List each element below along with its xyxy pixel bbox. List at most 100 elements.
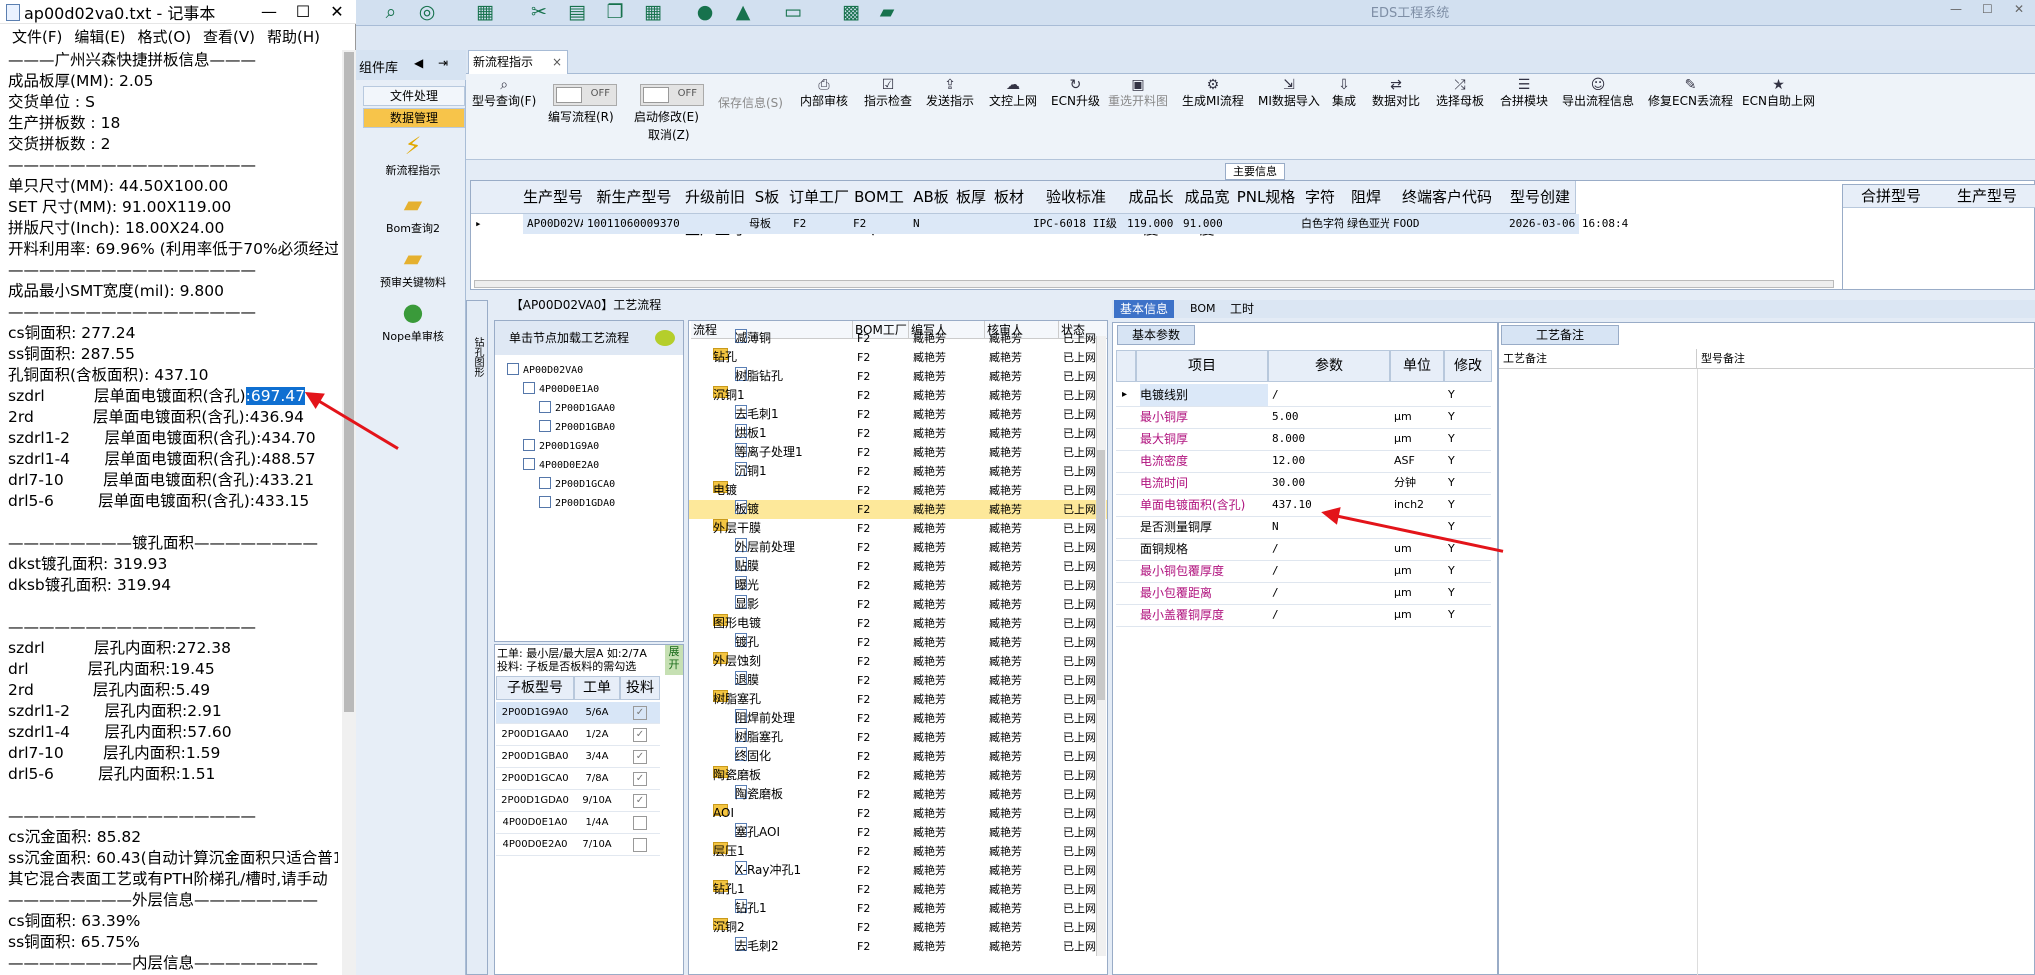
workorder-header-cell[interactable]: 投料 <box>620 676 660 700</box>
workorder-cell[interactable]: 1/2A <box>574 724 620 746</box>
flow-row[interactable]: 外层前处理 F2 臧艳芳 臧艳芳 已上网 <box>689 538 1107 557</box>
lifebuoy-icon[interactable]: ◎ <box>416 2 438 22</box>
grid-cell[interactable]: IPC-6018 II级 <box>1029 214 1127 234</box>
params-row[interactable]: 最小包覆距离 / μm Y <box>1116 582 1491 605</box>
grid-cell[interactable] <box>685 214 749 234</box>
params-header-cell[interactable]: 修改 <box>1444 350 1492 382</box>
flow-row[interactable]: 贴膜 F2 臧艳芳 臧艳芳 已上网 <box>689 557 1107 576</box>
copy-icon[interactable]: ❐ <box>604 2 626 22</box>
grid-cell[interactable]: 2026-03-06 16:08:4 <box>1505 214 1628 234</box>
workorder-cell[interactable]: 7/8A <box>574 768 620 790</box>
flow-row[interactable]: 去毛刺2 F2 臧艳芳 臧艳芳 已上网 <box>689 937 1107 956</box>
tree-node[interactable]: 4P00D0E2A0 <box>523 458 599 471</box>
param-value[interactable]: 30.00 <box>1272 472 1305 494</box>
basic-params-grid[interactable]: 项目 参数 单位 修改 ▸ 电镀线别 / Y 最小铜厚 5.00 μm Y 最大铜厚 8.000 μm Y 电流… <box>1116 350 1492 650</box>
params-row[interactable]: ▸ 电镀线别 / Y <box>1116 384 1491 407</box>
doc-online-button[interactable]: ☁ 文控上网 <box>989 78 1037 109</box>
param-value[interactable]: / <box>1272 384 1279 406</box>
process-flow-list[interactable]: 流程 BOM工厂 编写人 核审人 状态 减薄铜 F2 臧艳芳 臧艳芳 已上网 钻孔 F2 臧艳芳 臧艳芳已… <box>688 320 1108 975</box>
flow-row[interactable]: 沉铜1 F2 臧艳芳 臧艳芳 已上网 <box>689 462 1107 481</box>
workorder-cell[interactable]: 7/10A <box>574 834 620 856</box>
tree-node[interactable]: 4P00D0E1A0 <box>523 382 599 395</box>
workorder-cell[interactable]: ✓ <box>620 746 660 768</box>
tree-node[interactable]: 2P00D1G9A0 <box>523 439 599 452</box>
grid-horizontal-scrollbar[interactable] <box>474 280 1834 288</box>
param-value[interactable]: / <box>1272 538 1279 560</box>
grid-cell[interactable]: 白色字符 <box>1297 214 1347 234</box>
grid-icon[interactable]: ▦ <box>642 2 664 22</box>
param-value[interactable]: / <box>1272 604 1279 626</box>
grid-cell[interactable]: F2 <box>789 214 853 234</box>
flow-row[interactable]: 电镀 F2 臧艳芳 臧艳芳 已上网 <box>689 481 1107 500</box>
select-motherboard-button[interactable]: ⤮ 选择母板 <box>1436 78 1484 109</box>
feed-checkbox[interactable] <box>633 838 647 852</box>
feed-checkbox[interactable]: ✓ <box>633 750 647 764</box>
grid-cell[interactable]: 绿色亚光 <box>1343 214 1393 234</box>
params-row[interactable]: 最小盖覆铜厚度 / μm Y <box>1116 604 1491 627</box>
cancel-button[interactable]: 取消(Z) <box>648 128 690 143</box>
workorder-cell[interactable]: 4P00D0E1A0 <box>496 812 574 834</box>
flow-row[interactable]: 陶瓷磨板 F2 臧艳芳 臧艳芳 已上网 <box>689 785 1107 804</box>
merge-model-grid[interactable]: 合拼型号 生产型号 <box>1842 184 2035 290</box>
merge-header-cell[interactable]: 合拼型号 <box>1843 185 1940 208</box>
save-info-button[interactable]: 保存信息(S) <box>718 96 783 111</box>
expand-button[interactable]: 展开 <box>665 645 683 675</box>
grid-cell[interactable] <box>953 214 993 234</box>
chart-icon[interactable]: ▲ <box>732 2 754 22</box>
tab-process-notes[interactable]: 工艺备注 <box>1501 325 1620 345</box>
flow-scroll-thumb[interactable] <box>1097 450 1105 700</box>
windows-icon[interactable]: ▩ <box>840 2 862 22</box>
tree-node[interactable]: 2P00D1GAA0 <box>539 401 615 414</box>
flow-row[interactable]: 沉铜1 F2 臧艳芳 臧艳芳 已上网 <box>689 386 1107 405</box>
params-row[interactable]: 面铜规格 / um Y <box>1116 538 1491 561</box>
grid-cell[interactable]: F2 <box>849 214 913 234</box>
generate-mi-button[interactable]: ⚙ 生成MI流程 <box>1182 78 1244 109</box>
grid-header-cell[interactable]: 板厚 <box>953 181 990 214</box>
table-icon[interactable]: ▦ <box>474 2 496 22</box>
tab-close-icon[interactable]: × <box>552 51 562 73</box>
grid-header-cell[interactable]: PNL规格 <box>1235 181 1298 214</box>
grid-cell[interactable]: AP00D02VA0 <box>523 214 593 234</box>
menu-file[interactable]: 文件(F) <box>12 26 62 47</box>
app-close-icon[interactable]: ✕ <box>2014 2 2024 16</box>
grid-header-cell[interactable]: 订单工厂 <box>789 181 850 214</box>
nav-category-file[interactable]: 文件处理 <box>363 86 465 106</box>
flow-row[interactable]: 镀孔 F2 臧艳芳 臧艳芳 已上网 <box>689 633 1107 652</box>
flow-row[interactable]: 树脂塞孔 F2 臧艳芳 臧艳芳 已上网 <box>689 728 1107 747</box>
model-query-button[interactable]: ⌕ 型号查询(F) <box>472 78 536 109</box>
flow-row[interactable]: 钻孔1 F2 臧艳芳 臧艳芳 已上网 <box>689 899 1107 918</box>
workorder-cell[interactable]: ✓ <box>620 790 660 812</box>
book-icon[interactable]: ▰ <box>876 2 898 22</box>
flow-row[interactable]: 等离子处理1 F2 臧艳芳 臧艳芳 已上网 <box>689 443 1107 462</box>
flow-row[interactable]: 图形电镀 F2 臧艳芳 臧艳芳 已上网 <box>689 614 1107 633</box>
flow-row[interactable]: 树脂塞孔 F2 臧艳芳 臧艳芳 已上网 <box>689 690 1107 709</box>
app-minimize-icon[interactable]: — <box>1950 2 1962 16</box>
params-row[interactable]: 单面电镀面积(含孔) 437.10 inch2 Y <box>1116 494 1491 517</box>
export-flow-button[interactable]: ☺ 导出流程信息 <box>1562 78 1634 109</box>
internal-review-button[interactable]: ⎙ 内部审核 <box>800 78 848 109</box>
params-header-cell[interactable]: 单位 <box>1390 350 1444 382</box>
param-value[interactable]: N <box>1272 516 1279 538</box>
param-value[interactable]: 8.000 <box>1272 428 1305 450</box>
data-compare-button[interactable]: ⇄ 数据对比 <box>1372 78 1420 109</box>
flow-row[interactable]: 外层蚀刻 F2 臧艳芳 臧艳芳 已上网 <box>689 652 1107 671</box>
grid-header-cell[interactable]: 型号创建 <box>1505 181 1576 214</box>
send-instruction-button[interactable]: ⇪ 发送指示 <box>926 78 974 109</box>
grid-header-cell[interactable]: 升级前旧生产型号 <box>685 181 746 238</box>
feed-checkbox[interactable]: ✓ <box>633 706 647 720</box>
flow-row[interactable]: 钻孔 F2 臧艳芳 臧艳芳 已上网 <box>689 348 1107 367</box>
workorder-cell[interactable] <box>620 812 660 834</box>
flow-row[interactable]: AOI F2 臧艳芳 臧艳芳 已上网 <box>689 804 1107 823</box>
feed-checkbox[interactable] <box>633 816 647 830</box>
flow-row[interactable]: 减薄铜 F2 臧艳芳 臧艳芳 已上网 <box>689 329 1107 348</box>
fix-ecn-button[interactable]: ✎ 修复ECN丢流程 <box>1648 78 1733 109</box>
grid-cell[interactable]: FOOD <box>1389 214 1509 234</box>
board-tree[interactable]: 单击节点加载工艺流程 AP00D02VA0 4P00D0E1A0 2P00D1GAA… <box>494 320 684 642</box>
integrate-button[interactable]: ⇩ 集成 <box>1332 78 1356 109</box>
flow-row[interactable]: 外层干膜 F2 臧艳芳 臧艳芳 已上网 <box>689 519 1107 538</box>
tab-bom[interactable]: BOM <box>1190 300 1216 318</box>
grid-cell[interactable]: N <box>909 214 957 234</box>
flow-row[interactable]: 退膜 F2 臧艳芳 臧艳芳 已上网 <box>689 671 1107 690</box>
pin-icon[interactable]: ⇥ <box>438 56 448 70</box>
minimize-icon[interactable]: — <box>252 0 286 24</box>
